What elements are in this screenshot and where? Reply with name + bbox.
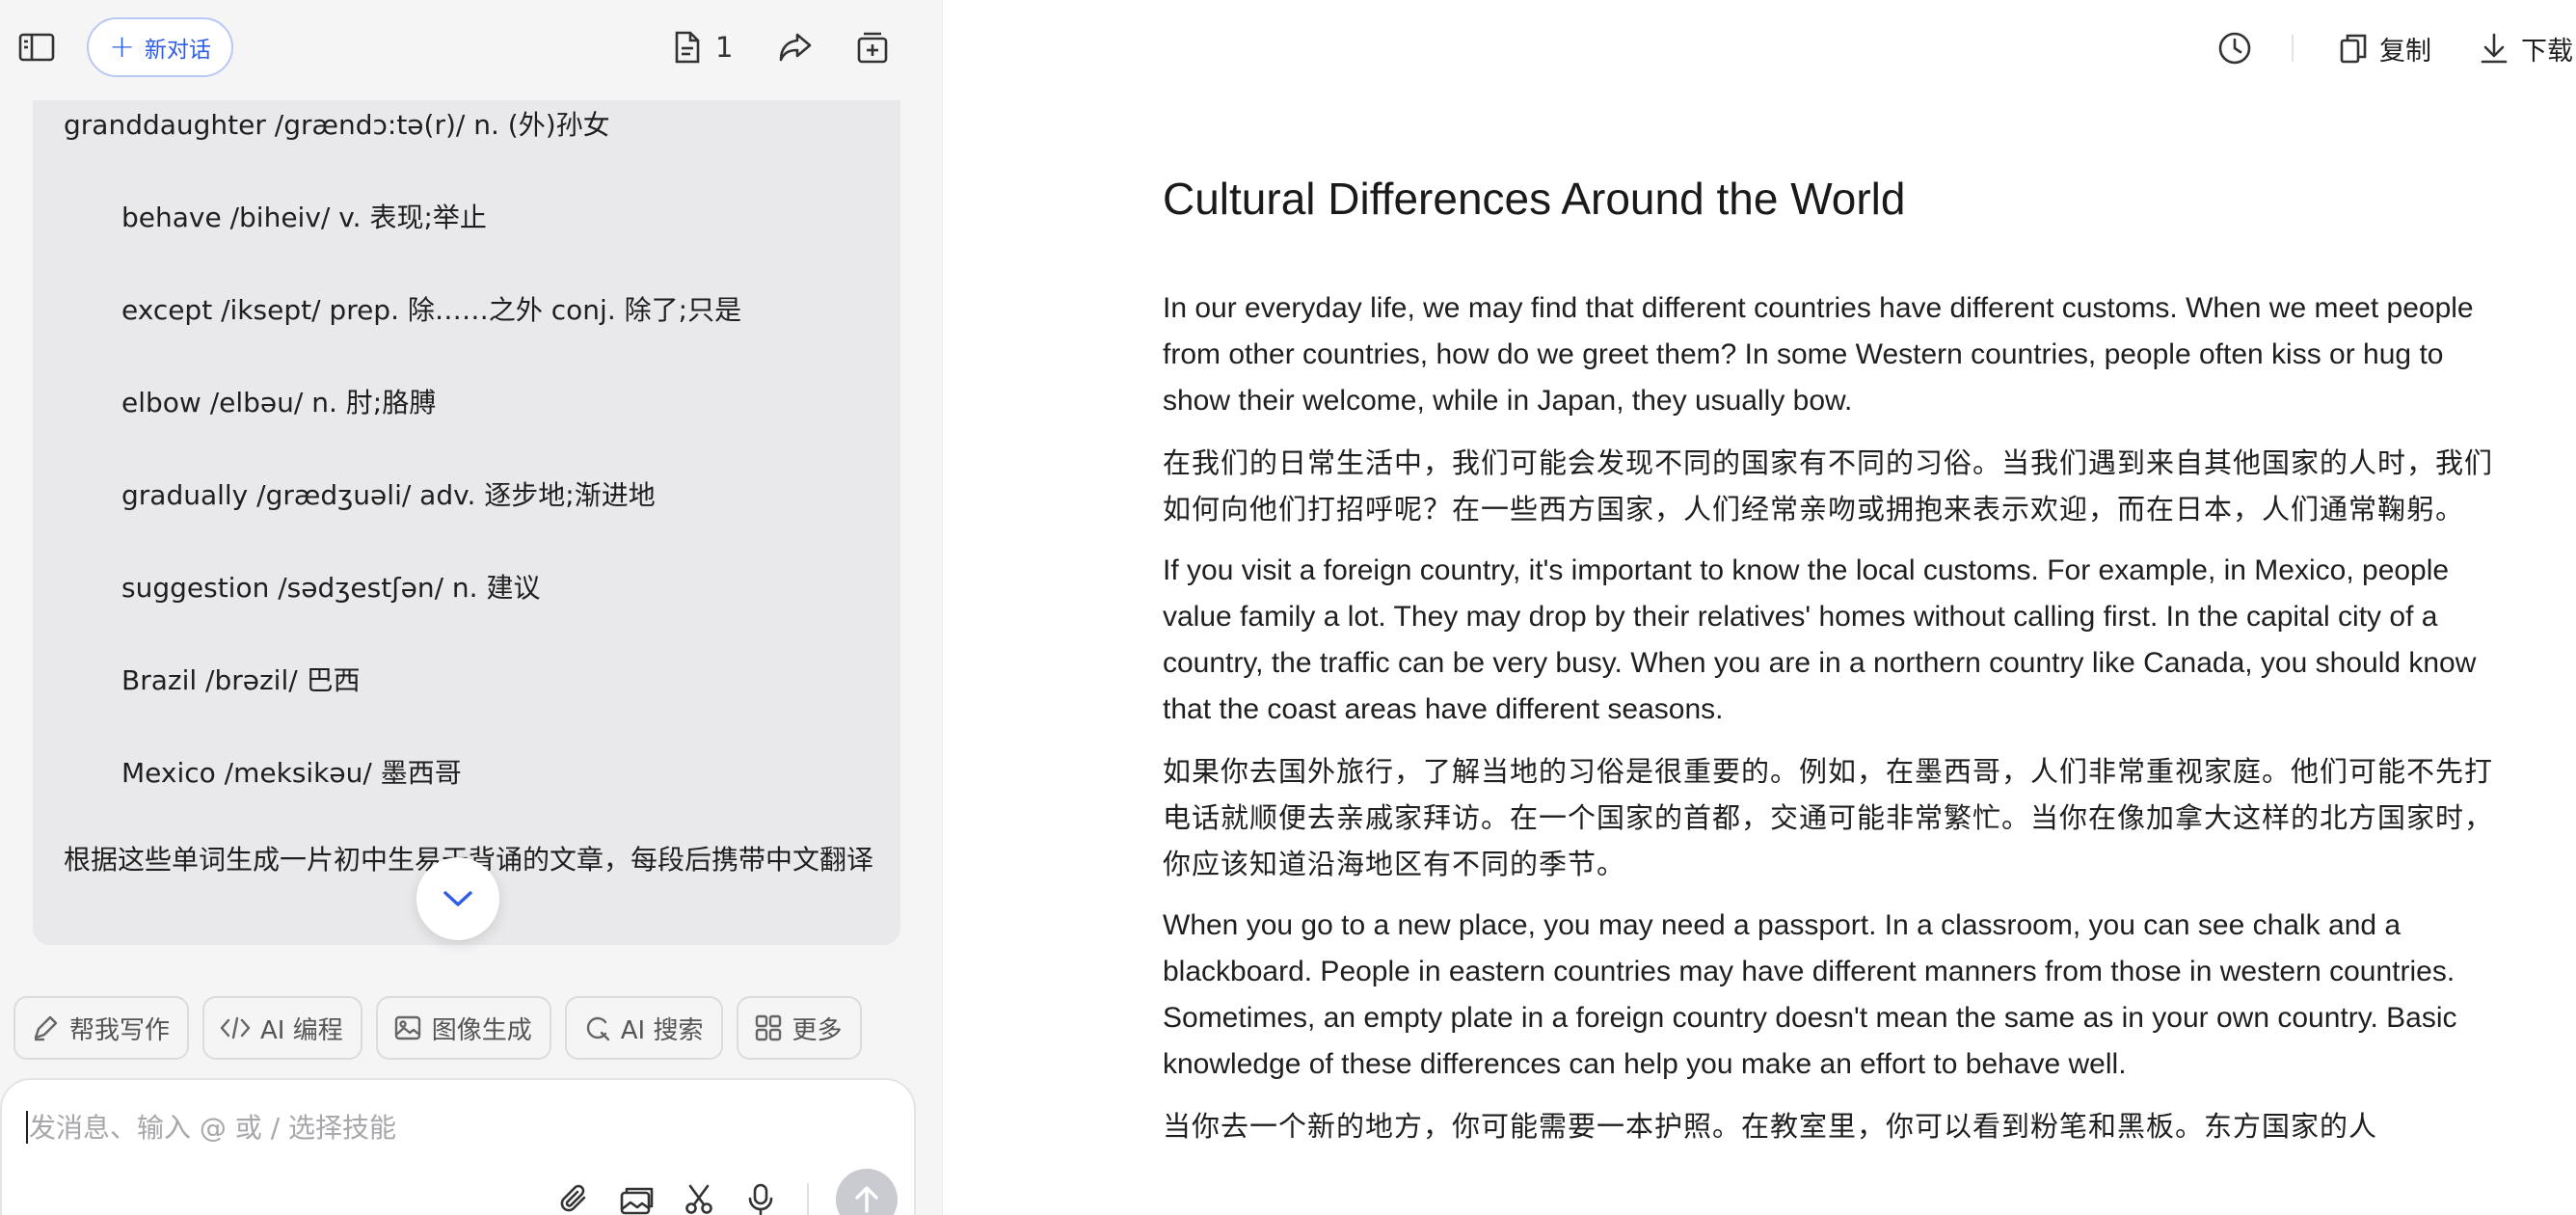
- grid-icon: [755, 1014, 781, 1041]
- skill-image-button[interactable]: 图像生成: [375, 996, 551, 1060]
- composer-placeholder[interactable]: 发消息、输入 @ 或 / 选择技能: [29, 1107, 396, 1146]
- skill-label: AI 搜索: [620, 1015, 704, 1045]
- scissors-icon[interactable]: [680, 1180, 718, 1215]
- search-icon: [586, 1016, 609, 1041]
- skill-search-button[interactable]: AI 搜索: [564, 996, 723, 1060]
- vocab-item: granddaughter /grændɔ:tə(r)/ n. (外)孙女: [64, 109, 610, 141]
- text-caret: [26, 1111, 28, 1144]
- history-icon[interactable]: [2214, 27, 2256, 69]
- sidebar-toggle-icon[interactable]: [13, 27, 60, 68]
- paragraph-en: If you visit a foreign country, it's imp…: [1163, 554, 2477, 725]
- vocab-item: elbow /elbəu/ n. 肘;胳膊: [121, 387, 437, 418]
- copy-label: 复制: [2379, 36, 2431, 67]
- toolbar-divider: [2292, 35, 2294, 62]
- skill-bar: 帮我写作 AI 编程 图像生成 AI 搜索 更多: [13, 996, 862, 1060]
- skill-more-button[interactable]: 更多: [736, 996, 862, 1060]
- copy-icon: [2340, 34, 2367, 64]
- skill-label: 更多: [792, 1015, 843, 1045]
- new-window-icon[interactable]: [848, 25, 897, 69]
- chevron-down-icon: [443, 891, 472, 906]
- vocab-item: Brazil /brəzil/ 巴西: [121, 664, 361, 696]
- article: Cultural Differences Around the World In…: [1163, 170, 2512, 1165]
- vocab-item: suggestion /sədʒestʃən/ n. 建议: [121, 572, 541, 604]
- vocab-item: except /iksept/ prep. 除……之外 conj. 除了;只是: [121, 294, 742, 326]
- vocab-item: gradually /grædʒuəli/ adv. 逐步地;渐进地: [121, 479, 656, 511]
- plus-icon: +: [109, 27, 135, 65]
- download-button[interactable]: 下载: [2479, 27, 2573, 69]
- new-chat-button[interactable]: + 新对话: [87, 17, 233, 77]
- pen-icon: [34, 1015, 58, 1041]
- vocab-item: behave /biheiv/ v. 表现;举止: [121, 202, 487, 233]
- skill-label: AI 编程: [260, 1015, 343, 1045]
- article-title: Cultural Differences Around the World: [1163, 174, 1906, 224]
- toolbar-divider: [807, 1183, 809, 1215]
- skill-write-button[interactable]: 帮我写作: [13, 996, 190, 1060]
- message-composer[interactable]: 发消息、输入 @ 或 / 选择技能: [0, 1078, 916, 1215]
- document-count: 1: [715, 31, 734, 64]
- article-body: In our everyday life, we may find that d…: [1163, 285, 2512, 1149]
- copy-button[interactable]: 复制: [2339, 27, 2431, 69]
- download-icon: [2481, 33, 2508, 64]
- new-chat-label: 新对话: [144, 38, 211, 63]
- paragraph-en: When you go to a new place, you may need…: [1163, 909, 2457, 1080]
- composer-tools: [556, 1169, 898, 1215]
- vocab-item: Mexico /meksikəu/ 墨西哥: [121, 757, 462, 789]
- arrow-up-icon: [855, 1186, 878, 1213]
- skill-label: 帮我写作: [69, 1015, 171, 1045]
- gallery-icon[interactable]: [618, 1180, 657, 1215]
- microphone-icon[interactable]: [741, 1180, 780, 1215]
- paragraph-en: In our everyday life, we may find that d…: [1163, 292, 2474, 417]
- paragraph-zh: 当你去一个新的地方，你可能需要一本护照。在教室里，你可以看到粉笔和黑板。东方国家…: [1163, 1110, 2378, 1143]
- send-button[interactable]: [836, 1169, 898, 1215]
- download-label: 下载: [2521, 36, 2573, 67]
- user-message-bubble: granddaughter /grændɔ:tə(r)/ n. (外)孙女 be…: [33, 100, 900, 945]
- document-toolbar: 复制 下载: [943, 0, 2576, 94]
- attachment-icon[interactable]: [556, 1180, 595, 1215]
- paragraph-zh: 如果你去国外旅行，了解当地的习俗是很重要的。例如，在墨西哥，人们非常重视家庭。他…: [1163, 755, 2494, 880]
- scroll-to-bottom-button[interactable]: [416, 857, 499, 940]
- share-icon[interactable]: [771, 25, 819, 69]
- chat-header: + 新对话 1: [0, 0, 942, 94]
- chat-panel: + 新对话 1 granddaughter /grændɔ:tə(r)/ n. …: [0, 0, 942, 1215]
- document-icon: [675, 31, 700, 64]
- paragraph-zh: 在我们的日常生活中，我们可能会发现不同的国家有不同的习俗。当我们遇到来自其他国家…: [1163, 446, 2494, 526]
- image-icon: [394, 1015, 420, 1040]
- document-panel: 复制 下载 Cultural Differences Around the Wo…: [942, 0, 2576, 1215]
- skill-label: 图像生成: [431, 1015, 532, 1045]
- skill-code-button[interactable]: AI 编程: [202, 996, 362, 1060]
- code-icon: [220, 1016, 251, 1040]
- documents-button[interactable]: 1: [673, 27, 733, 68]
